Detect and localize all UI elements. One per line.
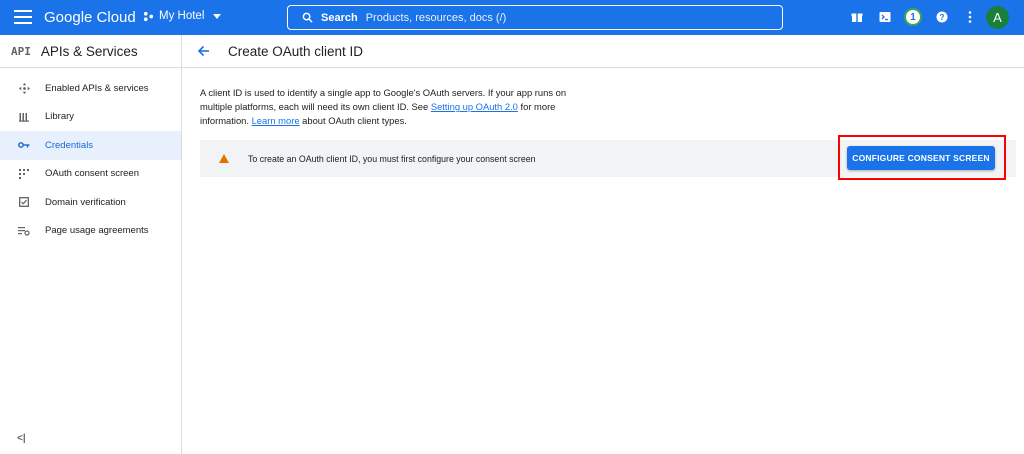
project-selector[interactable]: My Hotel: [143, 10, 222, 22]
sidebar-item-label: Page usage agreements: [45, 225, 149, 237]
checkbox-icon: [18, 196, 30, 208]
search-placeholder: Products, resources, docs (/): [365, 11, 507, 24]
project-icon: [143, 11, 154, 21]
move-icon: [18, 82, 30, 94]
help-icon[interactable]: ?: [935, 10, 949, 24]
avatar[interactable]: A: [986, 6, 1009, 29]
sidebar-title: APIs & Services: [40, 43, 138, 59]
svg-text:?: ?: [940, 13, 945, 22]
main-menu-icon[interactable]: [14, 10, 32, 24]
intro-text: A client ID is used to identify a single…: [200, 86, 570, 129]
page-header: Create OAuth client ID: [182, 35, 1024, 68]
configure-consent-screen-button[interactable]: CONFIGURE CONSENT SCREEN: [847, 146, 995, 170]
sidebar: API APIs & Services Enabled APIs & servi…: [0, 35, 182, 454]
sidebar-item-label: OAuth consent screen: [45, 168, 139, 180]
notifications-badge[interactable]: 1: [904, 8, 922, 26]
sidebar-item-enabled-apis[interactable]: Enabled APIs & services: [0, 74, 181, 103]
key-icon: [18, 139, 30, 151]
library-icon: [18, 111, 30, 123]
warning-icon: [219, 154, 229, 163]
search-bar[interactable]: Search Products, resources, docs (/): [287, 5, 783, 30]
consent-icon: [18, 168, 30, 180]
top-bar: Google Cloud My Hotel Search Products, r…: [0, 0, 1024, 35]
google-cloud-logo[interactable]: Google Cloud: [44, 9, 136, 26]
page-title: Create OAuth client ID: [228, 43, 364, 59]
sidebar-item-credentials[interactable]: Credentials: [0, 131, 181, 160]
sidebar-item-label: Domain verification: [45, 196, 126, 208]
sidebar-nav: Enabled APIs & services Library Credenti…: [0, 74, 181, 245]
project-name: My Hotel: [159, 10, 205, 22]
cloud-shell-icon[interactable]: [878, 10, 892, 24]
gift-icon[interactable]: [850, 10, 864, 24]
sidebar-item-domain-verification[interactable]: Domain verification: [0, 188, 181, 217]
sidebar-header: API APIs & Services: [0, 35, 181, 68]
sidebar-item-oauth-consent[interactable]: OAuth consent screen: [0, 160, 181, 189]
sidebar-item-page-usage[interactable]: Page usage agreements: [0, 217, 181, 246]
chevron-down-icon: [213, 13, 222, 19]
api-logo: API: [11, 44, 31, 58]
more-options-icon[interactable]: [963, 10, 977, 24]
intro-text-part: about OAuth client types.: [299, 115, 407, 127]
collapse-sidebar-icon[interactable]: <|: [17, 433, 26, 444]
sidebar-item-label: Credentials: [45, 139, 94, 151]
setting-up-oauth-link[interactable]: Setting up OAuth 2.0: [431, 101, 518, 112]
settings-list-icon: [18, 225, 30, 237]
sidebar-item-library[interactable]: Library: [0, 103, 181, 132]
sidebar-item-label: Enabled APIs & services: [45, 82, 149, 94]
learn-more-link[interactable]: Learn more: [252, 115, 300, 126]
banner-text: To create an OAuth client ID, you must f…: [248, 153, 536, 164]
sidebar-item-label: Library: [45, 111, 75, 123]
back-arrow-icon[interactable]: [196, 44, 210, 58]
search-label: Search: [321, 11, 358, 24]
search-icon: [302, 12, 313, 23]
